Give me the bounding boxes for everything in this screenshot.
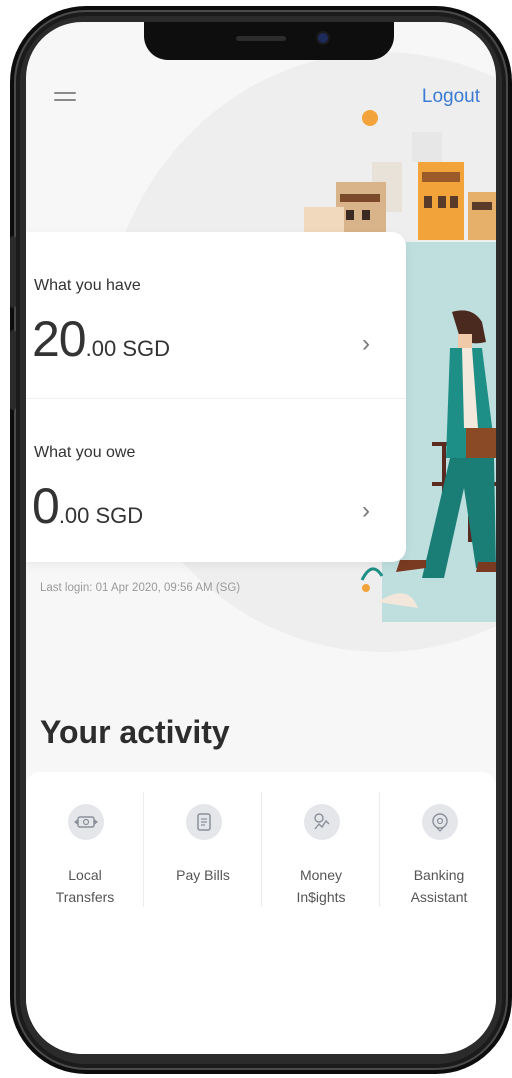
transfer-icon bbox=[68, 804, 104, 840]
local-transfers-label-line2: Transfers bbox=[55, 889, 115, 905]
local-transfers-label-line1: Local bbox=[68, 867, 102, 883]
chevron-right-icon[interactable]: › bbox=[362, 497, 370, 525]
banking-assistant-button[interactable]: Banking Assistant bbox=[380, 772, 496, 922]
assistant-icon bbox=[422, 804, 458, 840]
bottom-area bbox=[26, 922, 496, 1054]
money-insights-button[interactable]: Money In$ights bbox=[262, 772, 380, 922]
banking-assistant-label-line1: Banking bbox=[413, 867, 465, 883]
app-screen: Logout What you have 20.00 SGD › What yo… bbox=[26, 22, 496, 1054]
local-transfers-button[interactable]: Local Transfers bbox=[26, 772, 144, 922]
volume-down-button bbox=[10, 330, 16, 410]
chevron-right-icon[interactable]: › bbox=[362, 330, 370, 358]
what-you-owe-row[interactable]: What you owe 0.00 SGD › bbox=[26, 398, 406, 559]
front-camera bbox=[318, 33, 328, 43]
insights-icon bbox=[304, 804, 340, 840]
volume-up-button bbox=[10, 236, 16, 308]
notch bbox=[144, 22, 394, 60]
have-amount-decimal: .00 SGD bbox=[85, 336, 170, 361]
what-you-have-amount: 20.00 SGD bbox=[32, 310, 170, 368]
what-you-have-label: What you have bbox=[34, 277, 141, 294]
last-login-text: Last login: 01 Apr 2020, 09:56 AM (SG) bbox=[40, 582, 241, 594]
speaker bbox=[236, 36, 286, 41]
activity-title: Your activity bbox=[40, 714, 230, 750]
owe-amount-decimal: .00 SGD bbox=[58, 503, 144, 528]
what-you-owe-amount: 0.00 SGD bbox=[32, 477, 143, 535]
have-amount-integer: 20 bbox=[32, 311, 87, 367]
banking-assistant-label-line2: Assistant bbox=[410, 889, 468, 905]
balance-card: What you have 20.00 SGD › What you owe 0… bbox=[26, 232, 406, 562]
pay-bills-button[interactable]: Pay Bills bbox=[144, 772, 262, 922]
owe-amount-integer: 0 bbox=[32, 478, 60, 534]
what-you-owe-label: What you owe bbox=[34, 444, 136, 461]
money-insights-label-line1: Money bbox=[299, 867, 343, 883]
bill-icon bbox=[186, 804, 222, 840]
hamburger-menu-icon[interactable] bbox=[54, 92, 76, 106]
what-you-have-row[interactable]: What you have 20.00 SGD › bbox=[26, 232, 406, 392]
pay-bills-label: Pay Bills bbox=[176, 867, 230, 883]
money-insights-label-line2: In$ights bbox=[296, 889, 346, 905]
activity-panel: Local Transfers Pay Bills Money In$ights bbox=[26, 772, 496, 922]
